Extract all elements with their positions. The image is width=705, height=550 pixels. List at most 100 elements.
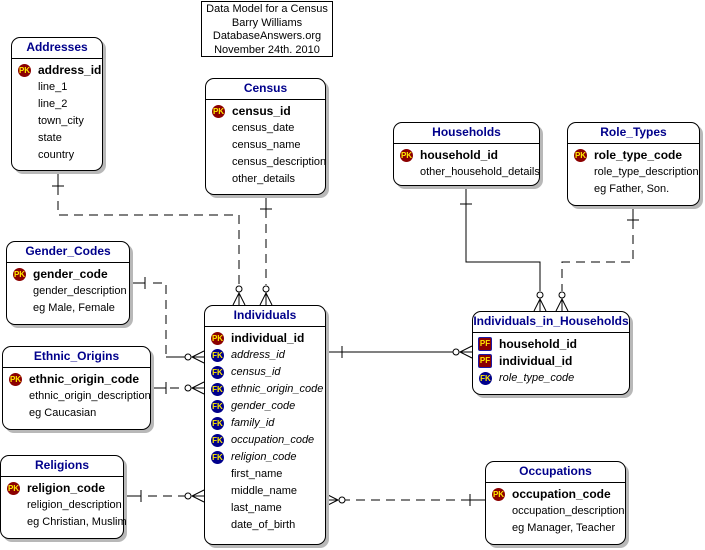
attribute-name: occupation_code: [231, 434, 315, 446]
primary-key-icon: PK: [18, 64, 31, 77]
entity-role-types[interactable]: Role_Types PK role_type_code role_type_desc…: [567, 122, 700, 206]
entity-name: Census: [206, 79, 325, 100]
attribute-row[interactable]: FK census_id: [205, 364, 325, 381]
primary-key-icon: PK: [9, 373, 22, 386]
attribute-row[interactable]: country: [12, 147, 102, 164]
attribute-name: state: [38, 132, 62, 144]
attribute-row[interactable]: other_details: [206, 171, 325, 188]
attribute-row[interactable]: eg Christian, Muslim: [1, 514, 127, 531]
rel-religions-individuals-zero-icon: [184, 492, 192, 500]
entity-census[interactable]: Census PK census_id census_date census_namec…: [205, 78, 326, 195]
attribute-row[interactable]: last_name: [205, 500, 325, 517]
attribute-list: PK individual_id FK address_id FK census_id FK…: [205, 327, 325, 534]
attribute-row[interactable]: PK household_id: [394, 147, 539, 164]
attribute-row[interactable]: role_type_description: [568, 164, 699, 181]
attribute-name: eg Father, Son.: [594, 183, 670, 195]
attribute-name: gender_description: [33, 285, 127, 297]
attribute-row[interactable]: PK ethnic_origin_code: [3, 371, 150, 388]
primary-key-icon: PK: [212, 105, 225, 118]
attribute-row[interactable]: other_household_details: [394, 164, 540, 181]
attribute-name: ethnic_origin_description: [29, 390, 151, 402]
rel-ethnic-individuals-zero-icon: [184, 384, 192, 392]
attribute-list: PK address_id line_1 line_2 town_citystate co…: [12, 59, 102, 164]
attribute-name: middle_name: [231, 485, 298, 497]
attribute-name: first_name: [231, 468, 283, 480]
attribute-name: census_name: [232, 139, 301, 151]
attribute-row[interactable]: PK occupation_code: [486, 486, 625, 503]
attribute-row[interactable]: FK occupation_code: [205, 432, 325, 449]
attribute-row[interactable]: state: [12, 130, 102, 147]
attribute-row[interactable]: FK address_id: [205, 347, 325, 364]
foreign-key-icon: FK: [211, 451, 224, 464]
rel-individuals-iih-zero-icon: [452, 348, 460, 356]
attribute-name: date_of_birth: [231, 519, 296, 531]
diagram-date: November 24th. 2010: [214, 43, 320, 56]
rel-households-iih-zero-icon: [536, 291, 544, 299]
attribute-name: ethnic_origin_code: [231, 383, 324, 395]
attribute-list: PK household_id other_household_details: [394, 144, 540, 181]
attribute-row[interactable]: PK address_id: [12, 62, 102, 79]
attribute-row[interactable]: occupation_description: [486, 503, 625, 520]
attribute-row[interactable]: first_name: [205, 466, 325, 483]
foreign-key-icon: FK: [211, 400, 224, 413]
primary-key-icon: PK: [211, 332, 224, 345]
attribute-row[interactable]: eg Manager, Teacher: [486, 520, 625, 537]
rel-roletypes-iih: [561, 220, 634, 291]
attribute-name: household_id: [499, 337, 577, 351]
attribute-row[interactable]: census_date: [206, 120, 325, 137]
attribute-row[interactable]: FK religion_code: [205, 449, 325, 466]
attribute-row[interactable]: FK gender_code: [205, 398, 325, 415]
entity-individuals-in-households[interactable]: Individuals_in_Households PF household_id P…: [472, 311, 630, 395]
rel-occupations-individuals-zero-icon: [338, 496, 346, 504]
attribute-name: census_date: [232, 122, 295, 134]
attribute-row[interactable]: PK religion_code: [1, 480, 123, 497]
attribute-row[interactable]: FK role_type_code: [473, 370, 629, 387]
attribute-row[interactable]: religion_description: [1, 497, 123, 514]
attribute-row[interactable]: eg Male, Female: [7, 300, 129, 317]
entity-individuals[interactable]: Individuals PK individual_id FK address_id FK…: [204, 305, 326, 545]
attribute-row[interactable]: gender_description: [7, 283, 129, 300]
attribute-row[interactable]: town_city: [12, 113, 102, 130]
attribute-row[interactable]: census_name: [206, 137, 325, 154]
entity-name: Religions: [1, 456, 123, 477]
attribute-row[interactable]: PF individual_id: [473, 353, 629, 370]
rel-census-individuals-zero-icon: [262, 285, 270, 293]
attribute-list: PK religion_code religion_description eg Ch…: [1, 477, 127, 531]
attribute-list: PK gender_code gender_descriptioneg Male, …: [7, 263, 129, 317]
attribute-row[interactable]: PK individual_id: [205, 330, 325, 347]
attribute-name: religion_code: [231, 451, 297, 463]
entity-occupations[interactable]: Occupations PK occupation_code occupation_d…: [485, 461, 626, 545]
primary-key-icon: PK: [7, 482, 20, 495]
attribute-row[interactable]: PF household_id: [473, 336, 629, 353]
entity-addresses[interactable]: Addresses PK address_id line_1 line_2 town_ci…: [11, 37, 103, 171]
attribute-row[interactable]: line_2: [12, 96, 102, 113]
rel-households-iih: [465, 186, 541, 291]
entity-ethnic-origins[interactable]: Ethnic_Origins PK ethnic_origin_code ethnic…: [2, 346, 151, 430]
attribute-row[interactable]: PK census_id: [206, 103, 325, 120]
entity-gender-codes[interactable]: Gender_Codes PK gender_code gender_descript…: [6, 241, 130, 325]
attribute-row[interactable]: eg Caucasian: [3, 405, 150, 422]
attribute-row[interactable]: PK gender_code: [7, 266, 129, 283]
entity-households[interactable]: Households PK household_id other_household_…: [393, 122, 540, 186]
foreign-key-icon: FK: [211, 434, 224, 447]
foreign-key-icon: FK: [211, 417, 224, 430]
attribute-row[interactable]: FK family_id: [205, 415, 325, 432]
attribute-row[interactable]: ethnic_origin_description: [3, 388, 151, 405]
attribute-row[interactable]: eg Father, Son.: [568, 181, 699, 198]
attribute-list: PK role_type_code role_type_descriptioneg …: [568, 144, 699, 198]
attribute-row[interactable]: census_description: [206, 154, 326, 171]
attribute-row[interactable]: PK role_type_code: [568, 147, 699, 164]
attribute-name: gender_code: [231, 400, 296, 412]
attribute-row[interactable]: line_1: [12, 79, 102, 96]
entity-religions[interactable]: Religions PK religion_code religion_descrip…: [0, 455, 127, 539]
attribute-name: occupation_code: [512, 487, 611, 501]
attribute-row[interactable]: middle_name: [205, 483, 325, 500]
attribute-row[interactable]: FK ethnic_origin_code: [205, 381, 325, 398]
attribute-name: last_name: [231, 502, 282, 514]
entity-name: Addresses: [12, 38, 102, 59]
primary-key-icon: PK: [492, 488, 505, 501]
attribute-name: address_id: [38, 63, 102, 77]
attribute-name: religion_code: [27, 481, 106, 495]
attribute-list: PK occupation_code occupation_description e…: [486, 483, 625, 537]
attribute-row[interactable]: date_of_birth: [205, 517, 325, 534]
